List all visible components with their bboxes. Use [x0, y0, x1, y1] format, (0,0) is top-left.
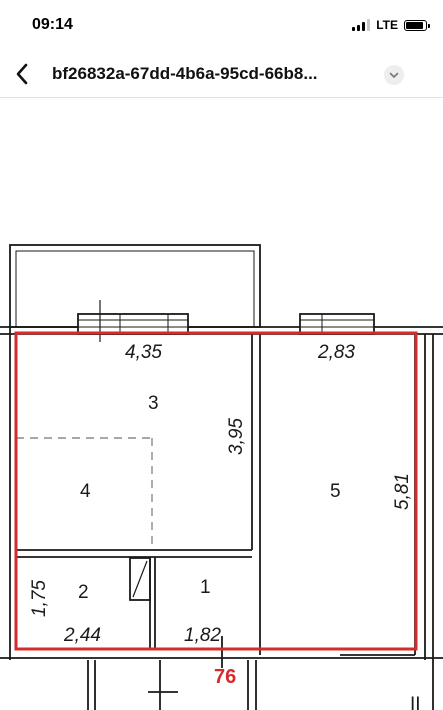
- status-time: 09:14: [32, 16, 73, 33]
- room-5-length: 5,81: [392, 473, 413, 510]
- room-5-width: 2,83: [317, 342, 355, 363]
- room-1-width: 1,82: [184, 625, 221, 646]
- room-1-number: 1: [200, 577, 211, 598]
- room-2-length: 1,75: [29, 580, 50, 617]
- room-5-number: 5: [330, 481, 341, 502]
- apartment-highlight: [14, 331, 418, 651]
- back-button[interactable]: [6, 56, 38, 92]
- battery-icon: [404, 19, 430, 31]
- network-type: LTE: [376, 18, 398, 32]
- room-3-length: 3,95: [226, 418, 247, 455]
- room-3-number: 3: [148, 393, 159, 414]
- unit-marker: 76: [214, 666, 236, 688]
- chevron-left-icon: [16, 63, 28, 85]
- signal-icon: [352, 19, 371, 31]
- room-4-number: 4: [80, 481, 91, 502]
- title-menu-button[interactable]: [384, 65, 404, 85]
- floor-plan: 4,35 3 3,95 4 2,83 5 5,81 2 1,75 2,44 1 …: [0, 244, 443, 710]
- corner-mark: II: [410, 694, 421, 710]
- room-2-width: 2,44: [63, 625, 101, 646]
- room-2-number: 2: [78, 582, 89, 603]
- status-indicators: LTE: [352, 18, 430, 32]
- nav-bar: bf26832a-67dd-4b6a-95cd-66b8...: [0, 50, 443, 98]
- chevron-down-icon: [389, 72, 399, 78]
- room-3-width: 4,35: [125, 342, 162, 363]
- document-title: bf26832a-67dd-4b6a-95cd-66b8...: [52, 64, 318, 83]
- status-bar: 09:14 LTE: [0, 0, 443, 50]
